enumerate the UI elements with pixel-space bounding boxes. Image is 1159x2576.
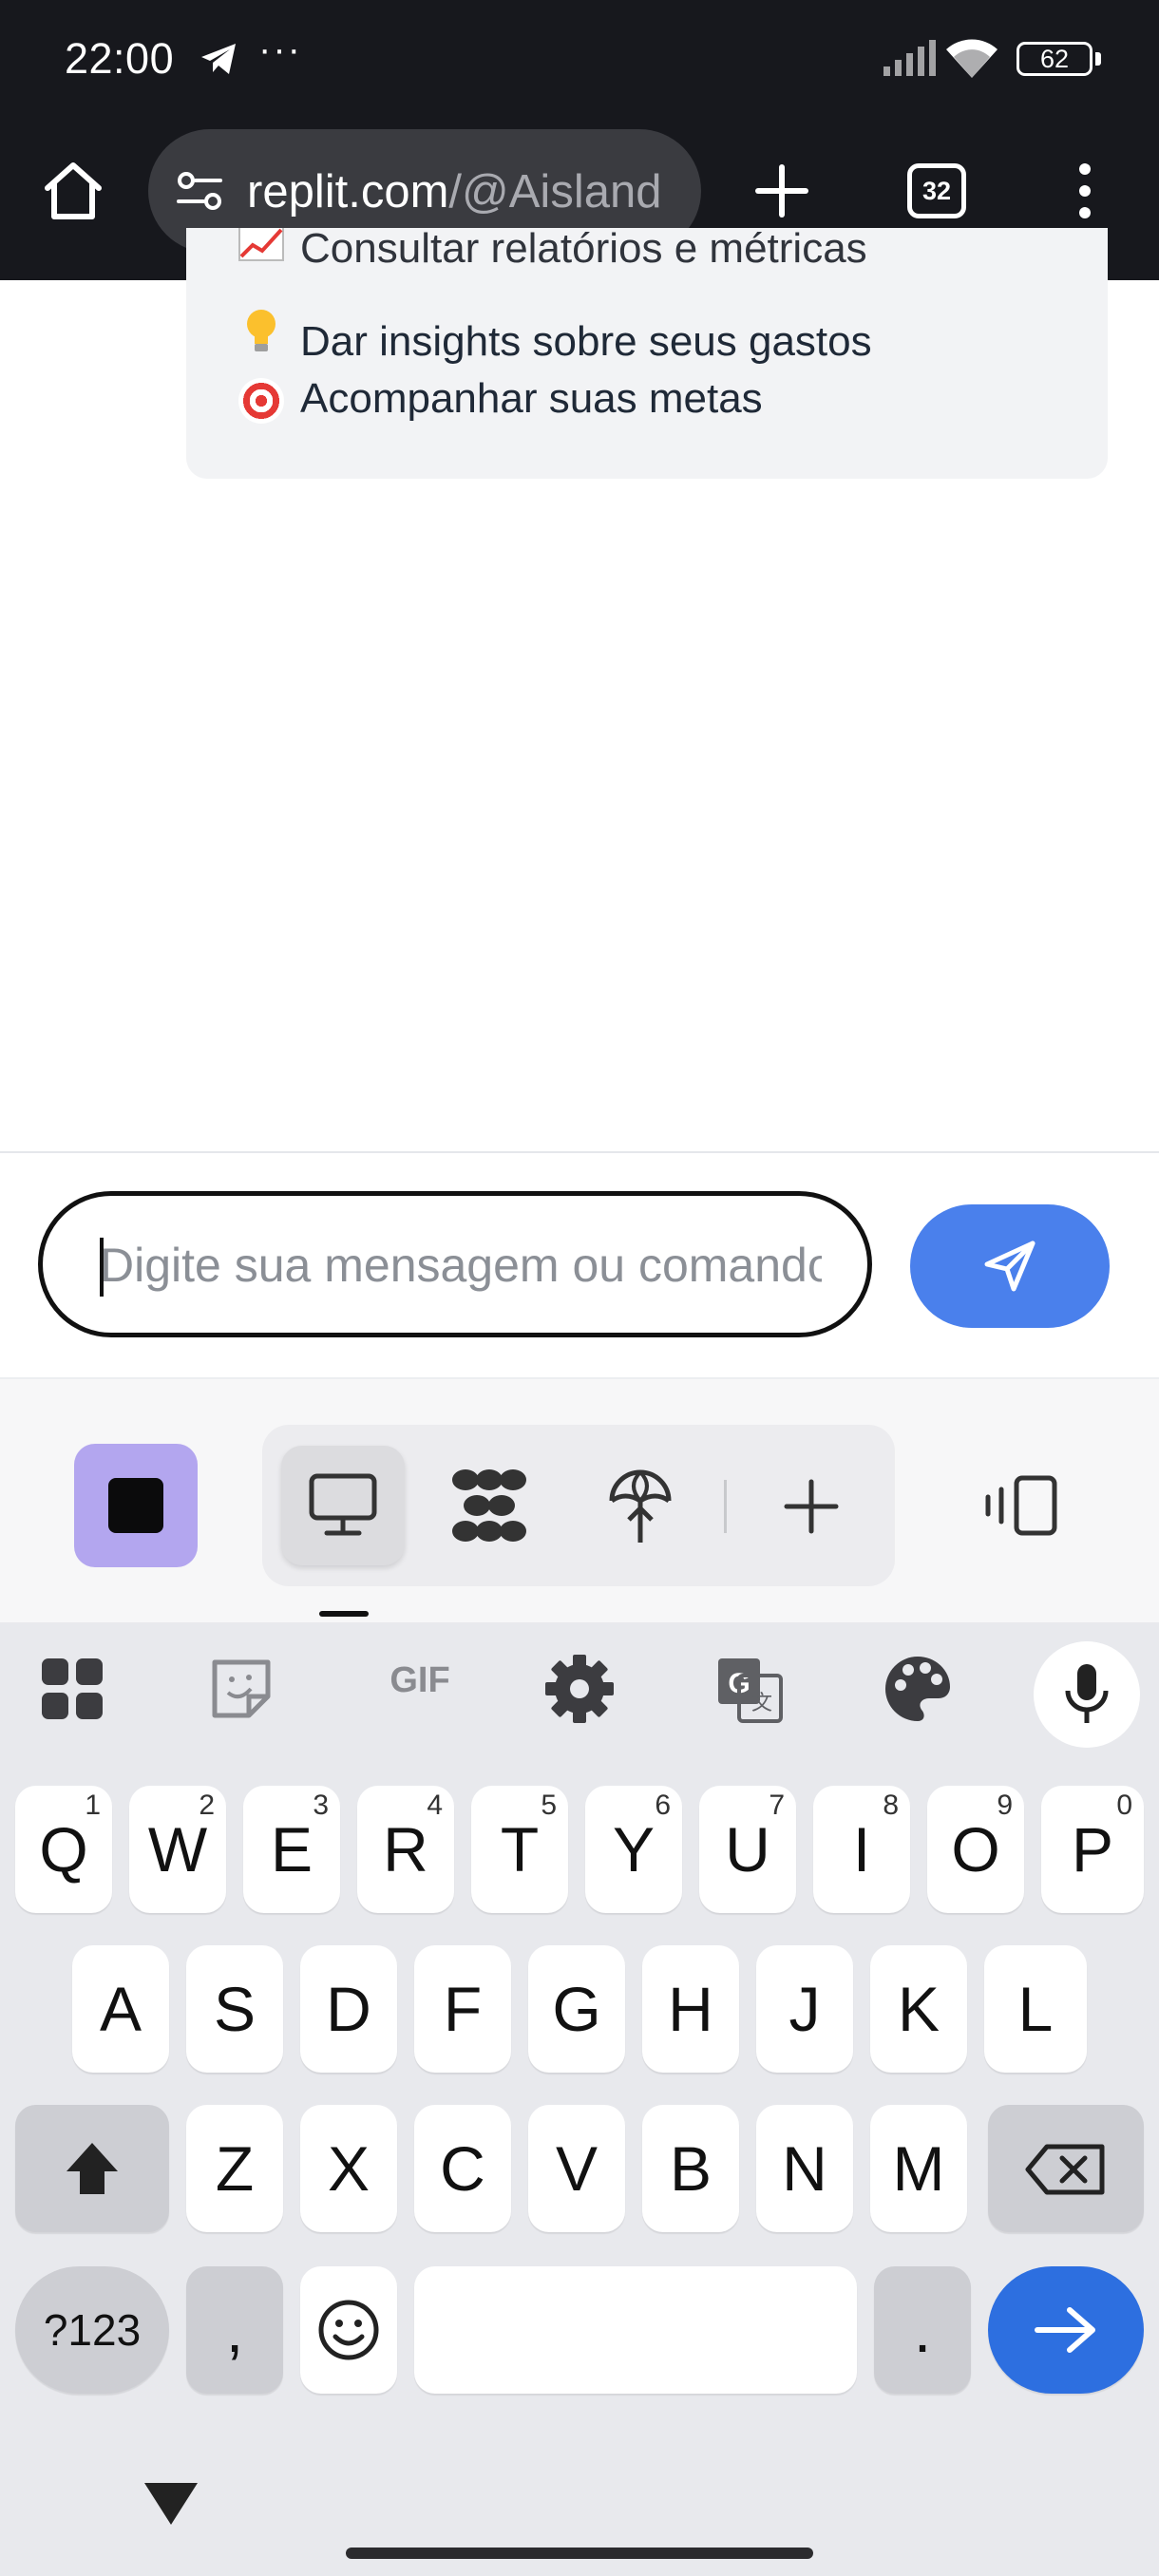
send-button[interactable]: [910, 1204, 1110, 1328]
key-o[interactable]: O9: [927, 1786, 1024, 1913]
wifi-icon: [946, 39, 998, 78]
key-m[interactable]: M: [870, 2105, 967, 2232]
assistant-message-bubble: Consultar relatórios e métricas Dar insi…: [186, 228, 1108, 479]
stop-icon: [108, 1478, 163, 1533]
add-tool-icon[interactable]: [783, 1478, 840, 1535]
key-t[interactable]: T5: [471, 1786, 568, 1913]
symbols-key[interactable]: ?123: [15, 2266, 169, 2394]
chat-line-text: Dar insights sobre seus gastos: [300, 318, 872, 365]
deploy-tool-icon[interactable]: [606, 1467, 674, 1546]
preview-tool-button[interactable]: [281, 1446, 405, 1565]
battery-level: 62: [1039, 45, 1070, 73]
chat-line-insights: Dar insights sobre seus gastos: [236, 308, 872, 365]
enter-key[interactable]: [988, 2266, 1144, 2394]
message-input-wrapper[interactable]: [38, 1191, 872, 1337]
mic-icon: [1065, 1664, 1109, 1723]
emoji-icon: [318, 2300, 379, 2360]
sticker-icon[interactable]: [203, 1651, 279, 1727]
stop-button[interactable]: [74, 1444, 198, 1567]
backspace-icon: [1025, 2144, 1105, 2195]
url-host: replit.com: [247, 166, 449, 218]
tool-switcher: [262, 1425, 895, 1586]
backspace-key[interactable]: [988, 2105, 1144, 2232]
new-tab-button[interactable]: [750, 160, 813, 222]
key-x[interactable]: X: [300, 2105, 397, 2232]
gif-icon[interactable]: GIF: [372, 1660, 467, 1736]
key-w[interactable]: W2: [129, 1786, 226, 1913]
panel-toggle-icon[interactable]: [984, 1474, 1060, 1537]
key-u[interactable]: U7: [699, 1786, 796, 1913]
monitor-icon: [309, 1473, 377, 1536]
svg-text:文: 文: [751, 1692, 772, 1715]
chat-line-text: Acompanhar suas metas: [300, 375, 763, 422]
key-e[interactable]: E3: [243, 1786, 340, 1913]
chat-line-goals: Acompanhar suas metas: [236, 370, 763, 427]
lightbulb-emoji-icon: [236, 308, 287, 370]
hide-keyboard-icon[interactable]: [141, 2479, 201, 2529]
key-f[interactable]: F: [414, 1945, 511, 2073]
key-p[interactable]: P0: [1041, 1786, 1144, 1913]
apps-icon[interactable]: [34, 1651, 110, 1727]
home-button[interactable]: [42, 160, 104, 222]
key-b[interactable]: B: [642, 2105, 739, 2232]
key-k[interactable]: K: [870, 1945, 967, 2073]
key-s[interactable]: S: [186, 1945, 283, 2073]
battery-tip: [1095, 52, 1101, 66]
shift-icon: [66, 2143, 118, 2194]
arrow-right-icon: [1035, 2307, 1095, 2353]
settings-icon[interactable]: [542, 1651, 618, 1727]
key-j[interactable]: J: [756, 1945, 853, 2073]
chart-emoji-icon: [236, 228, 287, 277]
site-settings-icon[interactable]: [175, 169, 224, 213]
tab-switcher-button[interactable]: 32: [907, 163, 966, 218]
key-i[interactable]: I8: [813, 1786, 910, 1913]
message-composer: [0, 1153, 1159, 1377]
more-notifications-icon: ···: [258, 28, 302, 70]
chat-line-reports: Consultar relatórios e métricas: [236, 228, 867, 277]
key-a[interactable]: A: [72, 1945, 169, 2073]
key-h[interactable]: H: [642, 1945, 739, 2073]
key-l[interactable]: L: [984, 1945, 1087, 2073]
telegram-notification-icon: [201, 44, 236, 74]
key-d[interactable]: D: [300, 1945, 397, 2073]
cellular-signal-icon: [884, 40, 936, 76]
key-v[interactable]: V: [528, 2105, 625, 2232]
send-icon: [984, 1241, 1036, 1292]
target-emoji-icon: [236, 370, 287, 427]
period-key[interactable]: .: [874, 2266, 971, 2394]
key-c[interactable]: C: [414, 2105, 511, 2232]
url-path: /@Aisland: [448, 166, 662, 218]
key-r[interactable]: R4: [357, 1786, 454, 1913]
chat-line-text: Consultar relatórios e métricas: [300, 228, 867, 272]
message-input[interactable]: [100, 1234, 822, 1297]
agent-tool-icon[interactable]: [448, 1465, 530, 1546]
battery-icon: 62: [1016, 42, 1092, 76]
translate-icon[interactable]: G 文: [711, 1651, 787, 1727]
key-z[interactable]: Z: [186, 2105, 283, 2232]
active-tool-indicator: [319, 1611, 369, 1617]
onscreen-keyboard: GIF G 文 Q1 W2 E3 R4 T5 Y6 U7 I8 O9 P0 A …: [0, 1622, 1159, 2576]
key-y[interactable]: Y6: [585, 1786, 682, 1913]
url-text[interactable]: replit.com/@Aisland: [247, 163, 684, 220]
home-indicator[interactable]: [346, 2548, 813, 2559]
comma-key[interactable]: ,: [186, 2266, 283, 2394]
status-time: 22:00: [65, 34, 175, 83]
voice-input-button[interactable]: [1034, 1641, 1140, 1748]
key-g[interactable]: G: [528, 1945, 625, 2073]
space-key[interactable]: [414, 2266, 857, 2394]
tool-separator: [724, 1480, 727, 1533]
palette-icon[interactable]: [880, 1651, 956, 1727]
replit-toolbar: [0, 1377, 1159, 1622]
key-n[interactable]: N: [756, 2105, 853, 2232]
key-q[interactable]: Q1: [15, 1786, 112, 1913]
more-options-icon[interactable]: [1064, 160, 1106, 222]
emoji-key[interactable]: [300, 2266, 397, 2394]
shift-key[interactable]: [15, 2105, 169, 2232]
